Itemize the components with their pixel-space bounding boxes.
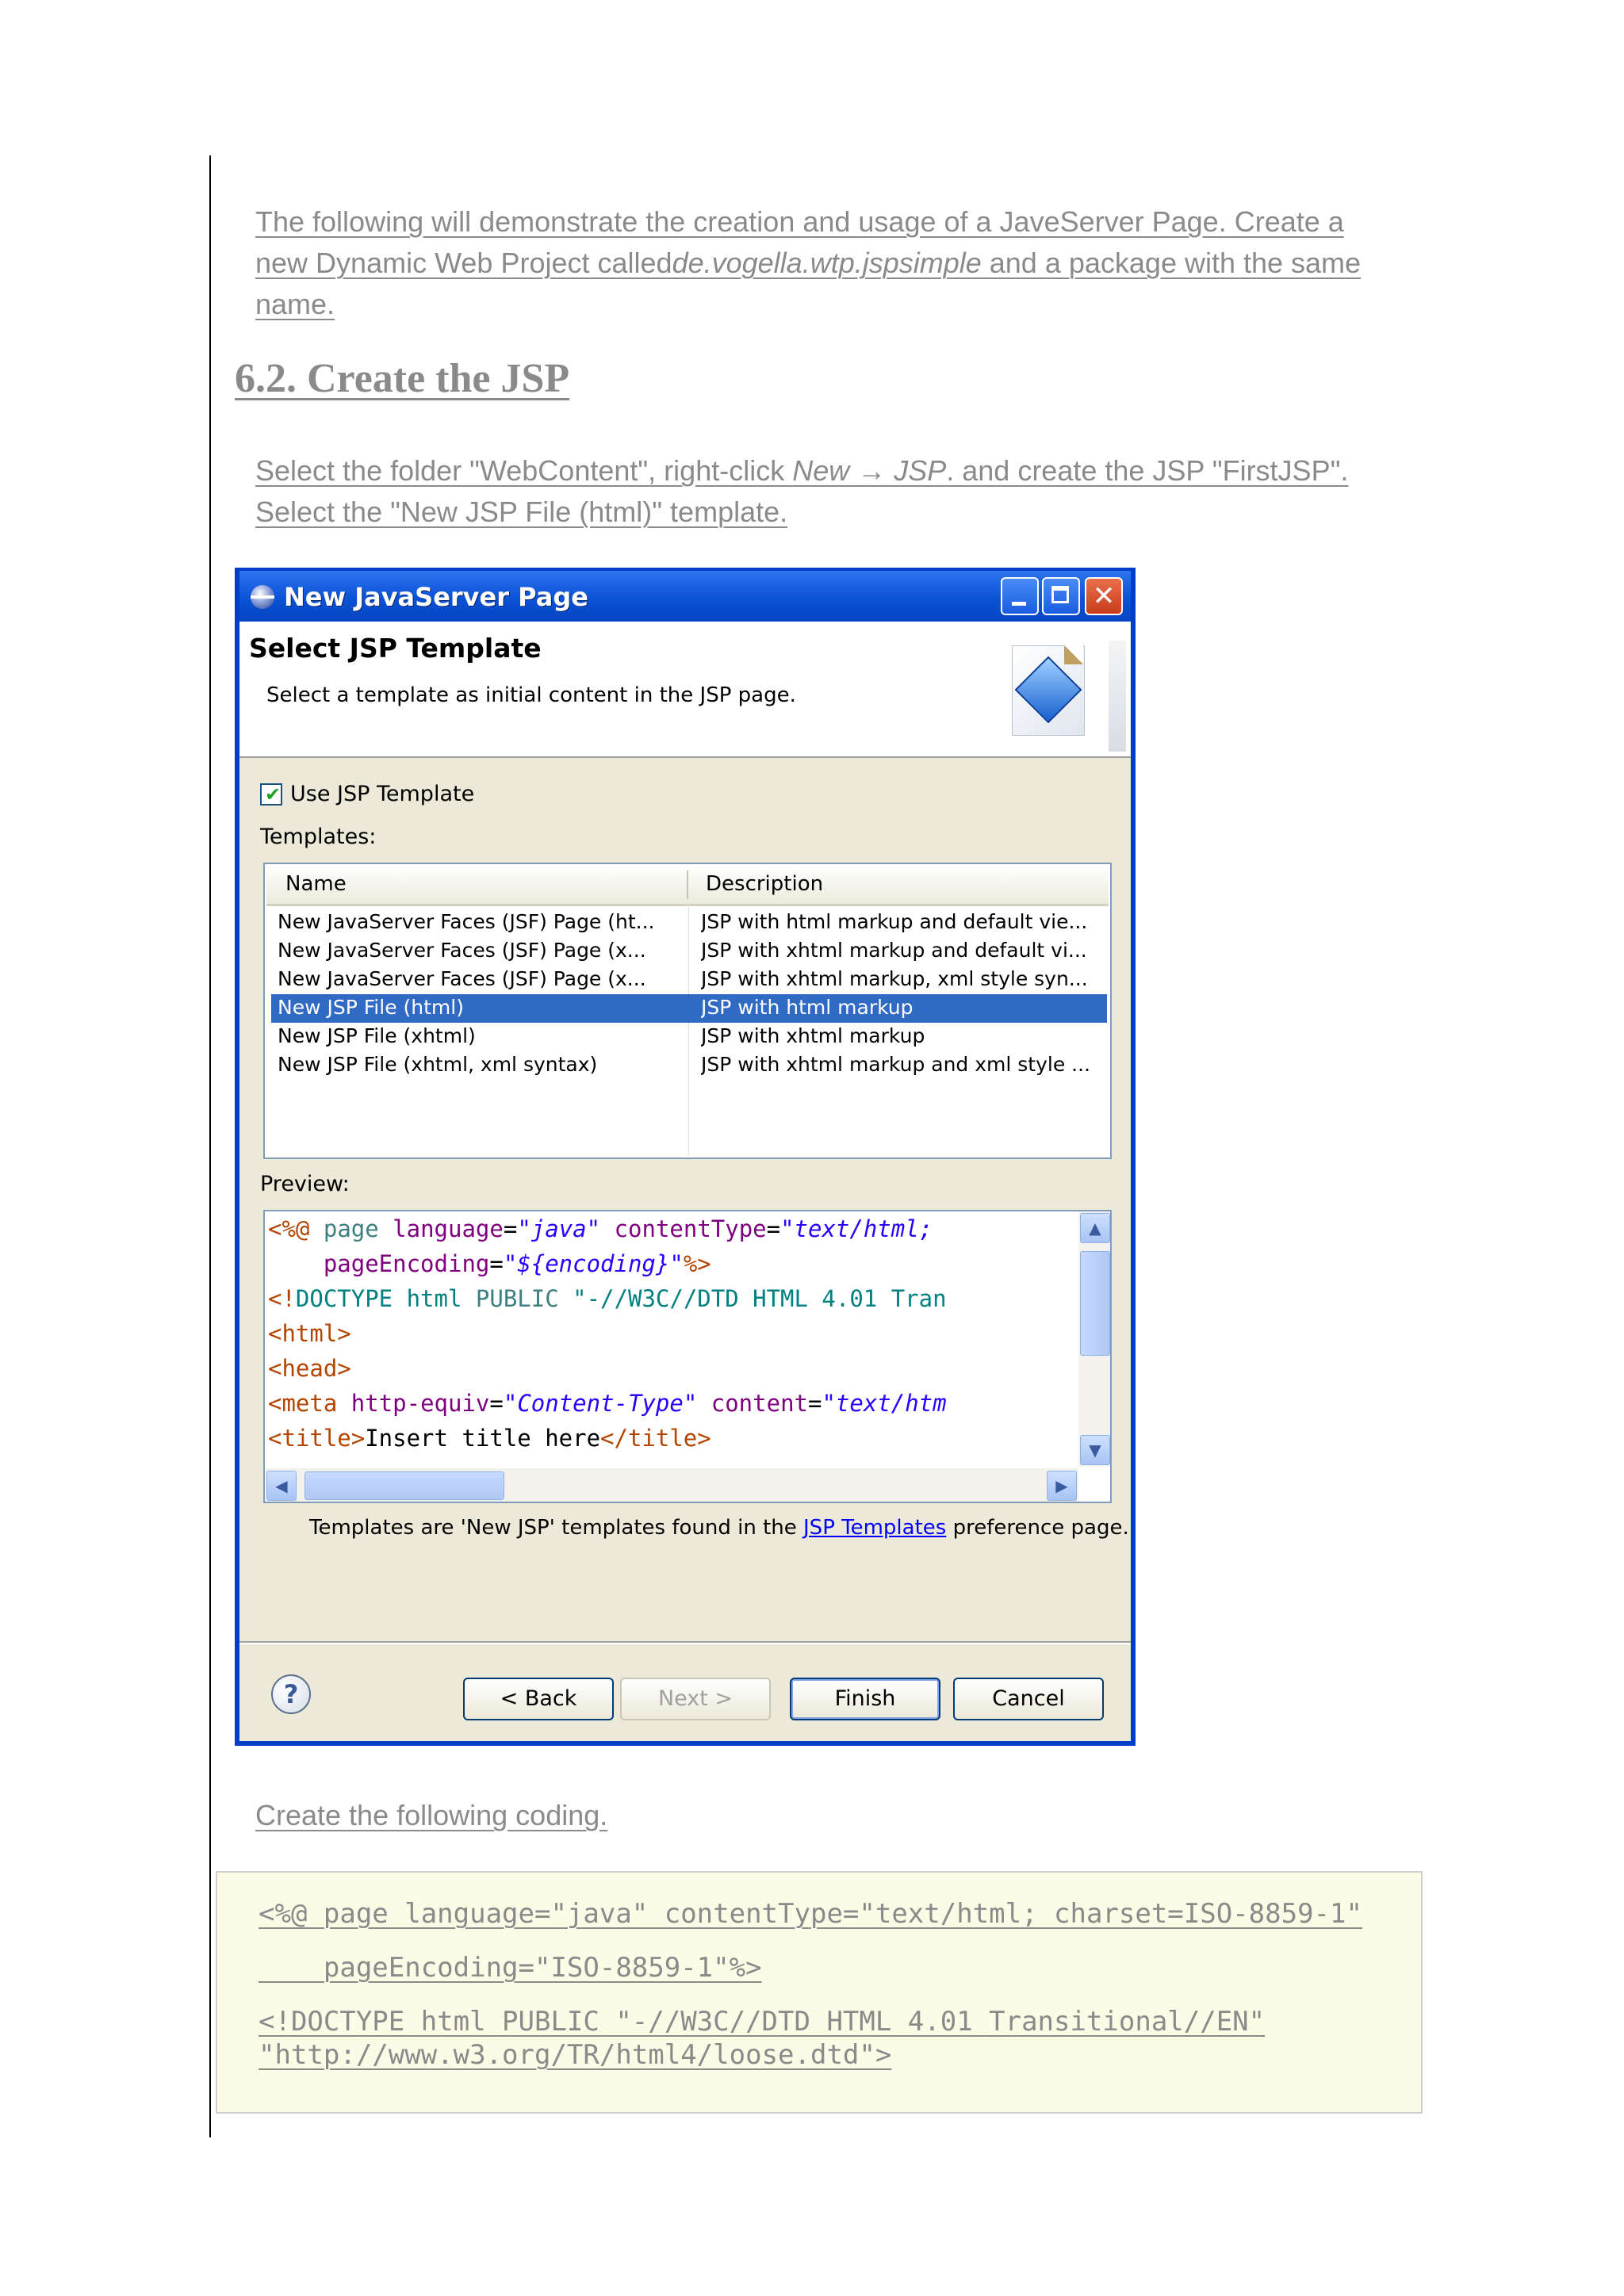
minimize-icon (1012, 602, 1026, 606)
scroll-down-icon[interactable]: ▼ (1080, 1435, 1110, 1465)
vertical-scroll-thumb[interactable] (1080, 1251, 1110, 1356)
intro-line-3: name. (255, 288, 335, 320)
preview-line-4: <html> (268, 1320, 351, 1347)
new-jsp-dialog: New JavaServer Page ✕ Select JSP Templat… (235, 568, 1136, 1746)
preview-line-6: <meta http-equiv="Content-Type" content=… (268, 1390, 947, 1417)
row-name: New JSP File (html) (278, 996, 464, 1019)
code-line-3: <!DOCTYPE html PUBLIC "-//W3C//DTD HTML … (259, 2006, 1266, 2038)
page-left-rule (209, 155, 211, 2137)
row-name: New JavaServer Faces (JSF) Page (x... (278, 939, 646, 962)
intro-line-2-post: and a package with the same (981, 247, 1362, 279)
row-description: JSP with xhtml markup (701, 1024, 925, 1047)
table-row[interactable]: New JavaServer Faces (JSF) Page (x... JSP… (271, 937, 1107, 966)
dialog-title: New JavaServer Page (284, 582, 588, 612)
jsp-templates-link[interactable]: JSP Templates (803, 1516, 946, 1540)
intro-paragraph: The following will demonstrate the creat… (255, 201, 1405, 325)
checkbox-check-icon: ✔ (265, 783, 282, 806)
preview-vertical-scrollbar[interactable]: ▲ ▼ (1078, 1211, 1110, 1467)
code-line-1: <%@ page language="java" contentType="te… (259, 1898, 1362, 1930)
row-description: JSP with html markup (701, 996, 914, 1019)
code-line-2: pageEncoding="ISO-8859-1"%> (259, 1952, 762, 1984)
finish-button[interactable]: Finish (790, 1678, 940, 1720)
dialog-body: Select JSP Template Select a template as… (239, 622, 1131, 1741)
row-name: New JSP File (xhtml, xml syntax) (278, 1053, 598, 1076)
table-header: Name Description (266, 866, 1109, 906)
table-row[interactable]: New JSP File (xhtml) JSP with xhtml marku… (271, 1023, 1107, 1051)
table-row[interactable]: New JavaServer Faces (JSF) Page (ht... JS… (271, 909, 1107, 937)
button-bar-separator (239, 1641, 1131, 1644)
minimize-button[interactable] (1001, 577, 1039, 615)
code-block: <%@ page language="java" contentType="te… (216, 1871, 1423, 2114)
intro-line-1: The following will demonstrate the creat… (255, 205, 1344, 238)
table-row[interactable]: New JSP File (xhtml, xml syntax) JSP with… (271, 1051, 1107, 1080)
table-row-selected[interactable]: New JSP File (html) JSP with html markup (271, 994, 1107, 1023)
section-heading: 6.2. Create the JSP (235, 356, 570, 401)
use-template-label: Use JSP Template (290, 782, 475, 806)
templates-label: Templates: (260, 825, 377, 849)
wizard-page-title: Select JSP Template (249, 633, 542, 664)
templates-table[interactable]: Name Description New JavaServer Faces (J… (263, 863, 1112, 1159)
preview-line-5: <head> (268, 1355, 351, 1382)
scroll-right-icon[interactable]: ▶ (1047, 1471, 1077, 1501)
note-text-pre: Templates are 'New JSP' templates found … (309, 1516, 804, 1540)
preview-label: Preview: (260, 1172, 350, 1196)
scroll-up-icon[interactable]: ▲ (1080, 1213, 1110, 1243)
table-row[interactable]: New JavaServer Faces (JSF) Page (x... JSP… (271, 966, 1107, 994)
eclipse-icon (251, 585, 274, 609)
back-button[interactable]: < Back (463, 1678, 614, 1720)
column-header-name[interactable]: Name (285, 872, 347, 896)
instruction-line-1-post: . and create the JSP "FirstJSP". (946, 454, 1349, 487)
row-description: JSP with xhtml markup and xml style ... (701, 1053, 1091, 1076)
help-icon[interactable]: ? (271, 1674, 311, 1714)
menu-path: New → JSP (792, 454, 947, 487)
preview-line-1: <%@ page language="java" contentType="te… (268, 1215, 933, 1242)
close-icon: ✕ (1092, 580, 1116, 612)
preview-line-3: <!DOCTYPE html PUBLIC "-//W3C//DTD HTML … (268, 1285, 947, 1312)
checkbox-box[interactable]: ✔ (260, 783, 282, 806)
dialog-titlebar[interactable]: New JavaServer Page ✕ (239, 571, 1131, 622)
preview-pane[interactable]: <%@ page language="java" contentType="te… (263, 1210, 1112, 1503)
preview-line-2: pageEncoding="${encoding}"%> (323, 1250, 711, 1277)
column-header-description[interactable]: Description (706, 872, 823, 896)
project-name: de.vogella.wtp.jspsimple (672, 247, 982, 279)
scroll-left-icon[interactable]: ◀ (266, 1471, 297, 1501)
maximize-button[interactable] (1042, 577, 1080, 615)
templates-note: Templates are 'New JSP' templates found … (309, 1516, 1129, 1540)
row-description: JSP with xhtml markup and default vi... (701, 939, 1087, 962)
instruction-line-2: Select the "New JSP File (html)" templat… (255, 496, 788, 528)
next-button[interactable]: Next > (620, 1678, 771, 1720)
instruction-paragraph: Select the folder "WebContent", right-cl… (255, 450, 1405, 533)
code-line-4: "http://www.w3.org/TR/html4/loose.dtd"> (259, 2039, 892, 2071)
row-name: New JSP File (xhtml) (278, 1024, 476, 1047)
row-name: New JavaServer Faces (JSF) Page (ht... (278, 910, 655, 933)
intro-line-2-pre: new Dynamic Web Project called (255, 247, 672, 279)
preview-line-7: <title>Insert title here</title> (268, 1425, 711, 1452)
note-text-post: preference page. (946, 1516, 1129, 1540)
create-coding-text: Create the following coding. (255, 1799, 608, 1831)
wizard-banner-icon (996, 641, 1131, 752)
maximize-icon (1051, 586, 1069, 603)
cancel-button[interactable]: Cancel (953, 1678, 1104, 1720)
close-button[interactable]: ✕ (1085, 577, 1123, 615)
preview-horizontal-scrollbar[interactable]: ◀ ▶ (265, 1468, 1078, 1502)
horizontal-scroll-thumb[interactable] (304, 1471, 504, 1500)
row-description: JSP with html markup and default vie... (701, 910, 1088, 933)
row-description: JSP with xhtml markup, xml style syn... (701, 967, 1088, 990)
wizard-page-description: Select a template as initial content in … (266, 683, 796, 707)
wizard-header: Select JSP Template Select a template as… (239, 622, 1131, 758)
instruction-line-1-pre: Select the folder "WebContent", right-cl… (255, 454, 793, 487)
row-name: New JavaServer Faces (JSF) Page (x... (278, 967, 646, 990)
